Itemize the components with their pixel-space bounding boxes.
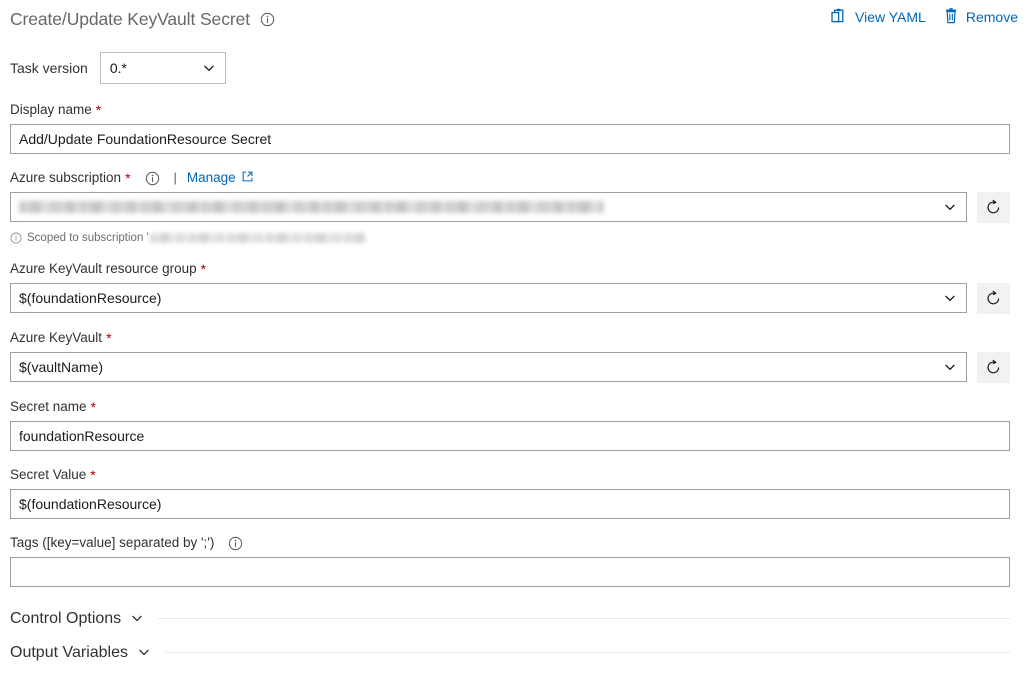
required-asterisk: * [90, 467, 96, 483]
refresh-icon [985, 199, 1002, 216]
resource-group-label-text: Azure KeyVault resource group [10, 261, 197, 276]
collapsible-sections: Control Options Output Variables [0, 601, 1026, 669]
chevron-down-icon [943, 360, 957, 374]
header-actions: View YAML Remove [831, 8, 1018, 26]
refresh-azure-subscription-button[interactable] [977, 192, 1010, 223]
task-version-label: Task version [10, 59, 88, 76]
info-circle-icon[interactable] [145, 171, 160, 186]
azure-subscription-row [10, 192, 1010, 223]
required-asterisk: * [95, 102, 102, 118]
redacted-subscription-name [149, 233, 365, 243]
display-name-label-text: Display name [10, 102, 92, 117]
field-display-name: Display name * [10, 101, 1010, 154]
task-header: Create/Update KeyVault Secret View YAML [0, 0, 1026, 38]
required-asterisk: * [106, 330, 112, 346]
task-version-select[interactable]: 0.* [99, 52, 226, 84]
field-secret-value: Secret Value * [10, 466, 1010, 519]
refresh-icon [985, 290, 1002, 307]
info-circle-icon[interactable] [228, 536, 243, 551]
remove-label: Remove [965, 9, 1018, 25]
key-vault-label-text: Azure KeyVault [10, 330, 103, 345]
secret-name-label-text: Secret name [10, 399, 87, 414]
required-asterisk: * [125, 170, 131, 186]
field-secret-name: Secret name * [10, 398, 1010, 451]
chevron-down-icon [137, 645, 151, 659]
subscription-scope-hint: Scoped to subscription ' [10, 231, 1010, 245]
info-circle-icon[interactable] [260, 11, 276, 27]
field-tags: Tags ([key=value] separated by ';') [10, 534, 1010, 587]
key-vault-value: $(vaultName) [19, 359, 104, 375]
section-control-options-title: Control Options [10, 609, 122, 627]
label-separator: | [173, 170, 177, 185]
field-azure-subscription: Azure subscription * | Manage Scoped to … [10, 169, 1010, 245]
secret-name-label: Secret name * [10, 398, 1010, 416]
section-output-variables[interactable]: Output Variables [0, 635, 1026, 669]
clipboard-icon [831, 8, 848, 26]
trash-icon [944, 8, 959, 26]
view-yaml-button[interactable]: View YAML [831, 8, 926, 26]
display-name-input[interactable] [10, 124, 1010, 154]
key-vault-label: Azure KeyVault * [10, 329, 1010, 347]
chevron-down-icon [943, 291, 957, 305]
page-title: Create/Update KeyVault Secret [10, 9, 250, 29]
azure-subscription-label: Azure subscription * | Manage [10, 169, 1010, 187]
task-form: Display name * Azure subscription * | [0, 101, 1026, 587]
resource-group-label: Azure KeyVault resource group * [10, 260, 1010, 278]
external-link-icon [242, 169, 253, 187]
required-asterisk: * [200, 261, 207, 277]
section-output-variables-title: Output Variables [10, 643, 128, 661]
refresh-key-vault-button[interactable] [977, 352, 1010, 383]
view-yaml-label: View YAML [855, 9, 926, 25]
secret-value-label: Secret Value * [10, 466, 1010, 484]
chevron-down-icon [202, 61, 216, 75]
key-vault-row: $(vaultName) [10, 352, 1010, 383]
key-vault-select[interactable]: $(vaultName) [10, 352, 967, 382]
remove-button[interactable]: Remove [944, 8, 1018, 26]
section-control-options[interactable]: Control Options [0, 601, 1026, 635]
redacted-subscription-value [19, 201, 604, 213]
secret-value-input[interactable] [10, 489, 1010, 519]
resource-group-value: $(foundationResource) [19, 290, 162, 306]
tags-input[interactable] [10, 557, 1010, 587]
refresh-icon [985, 359, 1002, 376]
task-version-row: Task version 0.* [0, 38, 1026, 86]
manage-link[interactable]: Manage [187, 169, 253, 187]
refresh-resource-group-button[interactable] [977, 283, 1010, 314]
display-name-label: Display name * [10, 101, 1010, 119]
tags-label: Tags ([key=value] separated by ';') [10, 534, 1010, 552]
chevron-down-icon [130, 611, 144, 625]
chevron-down-icon [943, 200, 957, 214]
section-divider [165, 651, 1010, 653]
subscription-scope-text: Scoped to subscription ' [27, 232, 149, 244]
field-resource-group: Azure KeyVault resource group * $(founda… [10, 260, 1010, 314]
tags-label-text: Tags ([key=value] separated by ';') [10, 535, 215, 550]
azure-subscription-label-text: Azure subscription [10, 170, 122, 185]
task-version-value: 0.* [109, 60, 127, 76]
task-editor-page: Create/Update KeyVault Secret View YAML [0, 0, 1026, 692]
field-key-vault: Azure KeyVault * $(vaultName) [10, 329, 1010, 383]
secret-name-input[interactable] [10, 421, 1010, 451]
secret-value-label-text: Secret Value [10, 467, 87, 482]
required-asterisk: * [90, 399, 96, 415]
info-circle-icon [10, 232, 22, 244]
manage-link-label: Manage [186, 170, 236, 185]
resource-group-select[interactable]: $(foundationResource) [10, 283, 967, 313]
resource-group-row: $(foundationResource) [10, 283, 1010, 314]
section-divider [158, 617, 1010, 619]
azure-subscription-select[interactable] [10, 192, 967, 222]
